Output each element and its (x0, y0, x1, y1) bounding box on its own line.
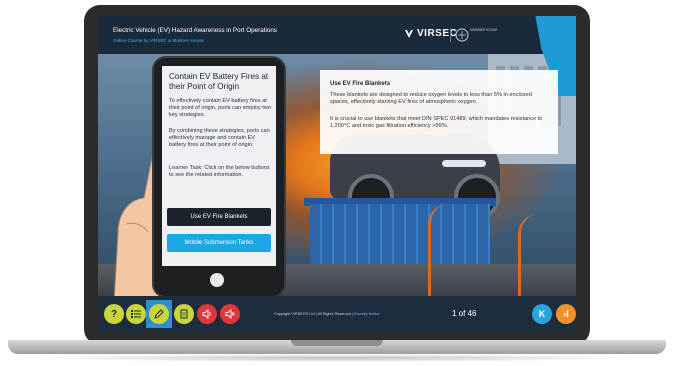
audio-icon[interactable] (197, 304, 217, 324)
next-icon[interactable]: ›I (556, 304, 576, 324)
page-indicator: 1 of 46 (452, 309, 477, 318)
course-subtitle: Online Course by VIRSEC & Marimer House (113, 38, 204, 43)
copyright-statement: Copyright VIRSEC® Ltd | All Rights Reser… (274, 312, 353, 316)
virsec-logo-text: VIRSEC (417, 28, 458, 39)
tablet-device: Contain EV Battery Fires at their Point … (152, 56, 286, 298)
header-divider (450, 28, 451, 42)
pencil-icon[interactable] (149, 304, 169, 324)
laptop-base (8, 340, 666, 354)
pencil-glyph (154, 309, 164, 319)
mute-glyph (225, 309, 235, 319)
mute-icon[interactable] (220, 304, 240, 324)
laptop-notch (291, 340, 383, 346)
course-screen: Electric Vehicle (EV) Hazard Awareness i… (98, 16, 576, 332)
marimer-house-logo-text: MARIMER HOUSE (470, 28, 498, 32)
course-title: Electric Vehicle (EV) Hazard Awareness i… (113, 27, 278, 34)
use-ev-fire-blankets-button[interactable]: Use EV Fire Blankets (167, 208, 271, 226)
menu-list-icon[interactable] (126, 304, 146, 324)
notes-glyph (180, 309, 188, 319)
info-panel-paragraph: It is crucial to use blankets that meet … (330, 116, 543, 130)
course-footer: ? Copyright VIRSEC® Ltd | All Rights Res… (98, 296, 576, 332)
tablet-paragraph: By combining these strategies, ports can… (169, 128, 270, 149)
back-icon[interactable]: K (532, 304, 552, 324)
tablet-title: Contain EV Battery Fires at their Point … (169, 72, 269, 91)
info-panel: Use EV Fire Blankets These blankets are … (320, 70, 558, 154)
car-headlight (442, 160, 486, 167)
course-header: Electric Vehicle (EV) Hazard Awareness i… (98, 16, 576, 54)
tablet-paragraph: To effectively contain EV battery fires … (169, 98, 271, 119)
notes-icon[interactable] (174, 304, 194, 324)
speaker-glyph (202, 309, 211, 319)
learner-task-text: Learner Task: Click on the below buttons… (169, 165, 270, 179)
info-panel-title: Use EV Fire Blankets (330, 81, 391, 87)
help-icon[interactable]: ? (104, 304, 124, 324)
tablet-screen: Contain EV Battery Fires at their Point … (162, 66, 276, 266)
hose (518, 214, 551, 296)
security-notice-link[interactable]: Security Notice (354, 312, 380, 316)
laptop-shadow (30, 354, 644, 362)
info-panel-paragraph: These blankets are designed to reduce ox… (330, 92, 532, 106)
hose (428, 204, 461, 296)
menu-list-glyph (131, 310, 141, 318)
copyright-text: Copyright VIRSEC® Ltd | All Rights Reser… (274, 312, 379, 316)
tablet-home-button (210, 273, 224, 287)
virsec-logo-icon (405, 29, 413, 38)
mobile-submersion-tanks-button[interactable]: Mobile Submersion Tanks (167, 234, 271, 252)
